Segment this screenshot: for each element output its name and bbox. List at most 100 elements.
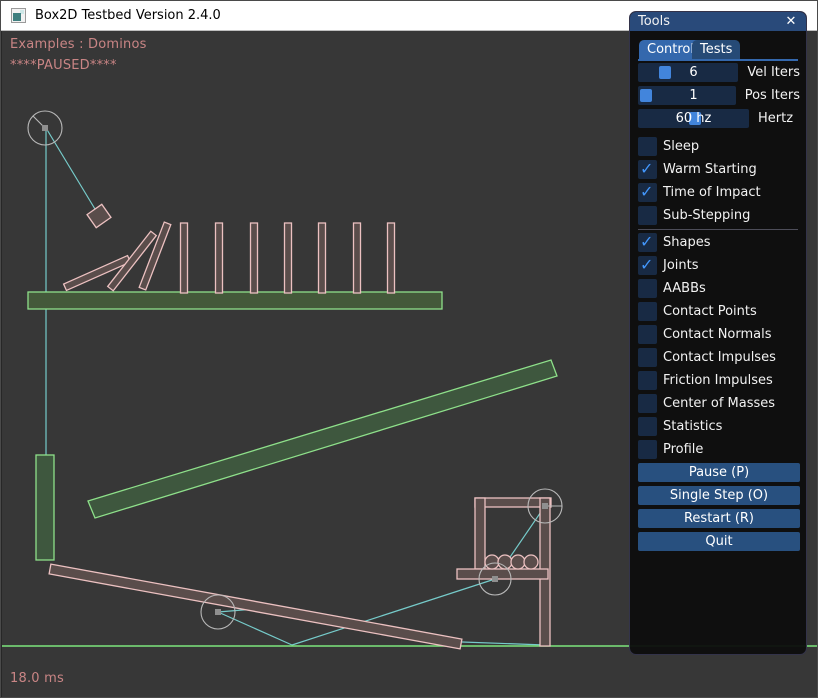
- check-center-of-masses[interactable]: ✓ Center of Masses: [638, 394, 775, 413]
- platform-top: [28, 292, 442, 309]
- check-profile[interactable]: ✓ Profile: [638, 440, 703, 459]
- check-contact-normals[interactable]: ✓ Contact Normals: [638, 325, 772, 344]
- shelf-ball: [511, 555, 525, 569]
- check-label: Statistics: [663, 419, 722, 434]
- tools-titlebar[interactable]: Tools ✕: [630, 12, 806, 31]
- checkbox[interactable]: ✓: [638, 256, 657, 275]
- tools-close-icon[interactable]: ✕: [784, 15, 798, 29]
- app-window: Box2D Testbed Version 2.4.0 ✕: [0, 0, 818, 698]
- seesaw-plank: [49, 564, 462, 649]
- pendulum-bob: [87, 204, 111, 227]
- check-icon: ✓: [640, 232, 653, 251]
- domino-standing: [388, 223, 395, 293]
- checkbox[interactable]: ✓: [638, 440, 657, 459]
- anchor-point: [42, 125, 48, 131]
- tilted-plank: [88, 360, 557, 518]
- tab-tests[interactable]: Tests: [692, 40, 740, 59]
- check-label: AABBs: [663, 281, 706, 296]
- checkbox[interactable]: ✓: [638, 371, 657, 390]
- check-sub-stepping[interactable]: ✓ Sub-Stepping: [638, 206, 750, 225]
- check-joints[interactable]: ✓ Joints: [638, 256, 699, 275]
- frame-left-post: [475, 498, 485, 569]
- checkbox[interactable]: ✓: [638, 417, 657, 436]
- checkbox[interactable]: ✓: [638, 394, 657, 413]
- tools-title: Tools: [638, 14, 784, 29]
- vertical-bar: [36, 455, 54, 560]
- check-label: Contact Points: [663, 304, 757, 319]
- slider-label: Pos Iters: [745, 88, 800, 103]
- check-sleep[interactable]: ✓ Sleep: [638, 137, 699, 156]
- check-label: Sub-Stepping: [663, 208, 750, 223]
- checkbox[interactable]: ✓: [638, 233, 657, 252]
- check-icon: ✓: [640, 159, 653, 178]
- single-step-button[interactable]: Single Step (O): [638, 486, 800, 505]
- check-icon: ✓: [640, 182, 653, 201]
- pause-button[interactable]: Pause (P): [638, 463, 800, 482]
- restart-button[interactable]: Restart (R): [638, 509, 800, 528]
- anchor-points: [42, 125, 548, 615]
- domino-standing: [319, 223, 326, 293]
- joint-line-ground: [462, 642, 545, 645]
- check-friction-impulses[interactable]: ✓ Friction Impulses: [638, 371, 773, 390]
- domino-standing: [216, 223, 223, 293]
- hertz-slider[interactable]: 60 hz: [638, 109, 749, 128]
- checkbox[interactable]: ✓: [638, 348, 657, 367]
- check-label: Warm Starting: [663, 162, 757, 177]
- domino-standing: [285, 223, 292, 293]
- vel-iters-slider[interactable]: 6: [638, 63, 738, 82]
- check-label: Shapes: [663, 235, 710, 250]
- example-label: Examples : Dominos: [10, 37, 147, 52]
- dynamic-bodies: [49, 204, 551, 649]
- joint-line-pendulum: [46, 128, 98, 214]
- check-label: Center of Masses: [663, 396, 775, 411]
- checkbox[interactable]: ✓: [638, 160, 657, 179]
- pos-iters-slider-row: 1 Pos Iters: [638, 86, 800, 105]
- check-statistics[interactable]: ✓ Statistics: [638, 417, 722, 436]
- frame-time-label: 18.0 ms: [10, 671, 64, 686]
- separator: [638, 229, 798, 230]
- tab-underline: [638, 59, 798, 61]
- check-label: Contact Impulses: [663, 350, 776, 365]
- check-label: Time of Impact: [663, 185, 761, 200]
- check-label: Contact Normals: [663, 327, 772, 342]
- vel-iters-slider-row: 6 Vel Iters: [638, 63, 800, 82]
- paused-label: ****PAUSED****: [10, 58, 117, 73]
- check-aabbs[interactable]: ✓ AABBs: [638, 279, 706, 298]
- check-icon: ✓: [640, 255, 653, 274]
- slider-value: 6: [638, 63, 749, 82]
- slider-label: Hertz: [758, 111, 793, 126]
- checkbox[interactable]: ✓: [638, 206, 657, 225]
- checkbox[interactable]: ✓: [638, 137, 657, 156]
- anchor-point: [492, 576, 498, 582]
- checkbox[interactable]: ✓: [638, 279, 657, 298]
- domino-fallen-3: [139, 222, 171, 290]
- slider-value: 60 hz: [638, 109, 749, 128]
- checkbox[interactable]: ✓: [638, 302, 657, 321]
- domino-standing: [354, 223, 361, 293]
- tab-label: Tests: [700, 42, 732, 57]
- check-contact-impulses[interactable]: ✓ Contact Impulses: [638, 348, 776, 367]
- check-warm-starting[interactable]: ✓ Warm Starting: [638, 160, 757, 179]
- check-label: Profile: [663, 442, 703, 457]
- tools-tabbar: Controls Tests: [638, 40, 798, 60]
- check-label: Sleep: [663, 139, 699, 154]
- check-shapes[interactable]: ✓ Shapes: [638, 233, 710, 252]
- quit-button[interactable]: Quit: [638, 532, 800, 551]
- window-title: Box2D Testbed Version 2.4.0: [35, 8, 221, 23]
- shelf-ball: [485, 555, 499, 569]
- anchor-point: [542, 503, 548, 509]
- check-time-of-impact[interactable]: ✓ Time of Impact: [638, 183, 761, 202]
- tools-panel: Tools ✕ Controls Tests 6 Vel Iters 1 Pos…: [629, 11, 807, 655]
- joint-line-seesaw-down: [218, 612, 292, 645]
- domino-standing: [251, 223, 258, 293]
- check-label: Joints: [663, 258, 699, 273]
- domino-standing: [181, 223, 188, 293]
- pos-iters-slider[interactable]: 1: [638, 86, 736, 105]
- slider-value: 1: [638, 86, 749, 105]
- checkbox[interactable]: ✓: [638, 183, 657, 202]
- checkbox[interactable]: ✓: [638, 325, 657, 344]
- shelf-ball: [524, 555, 538, 569]
- frame-shelf: [457, 569, 548, 579]
- app-icon: [11, 8, 26, 23]
- check-contact-points[interactable]: ✓ Contact Points: [638, 302, 757, 321]
